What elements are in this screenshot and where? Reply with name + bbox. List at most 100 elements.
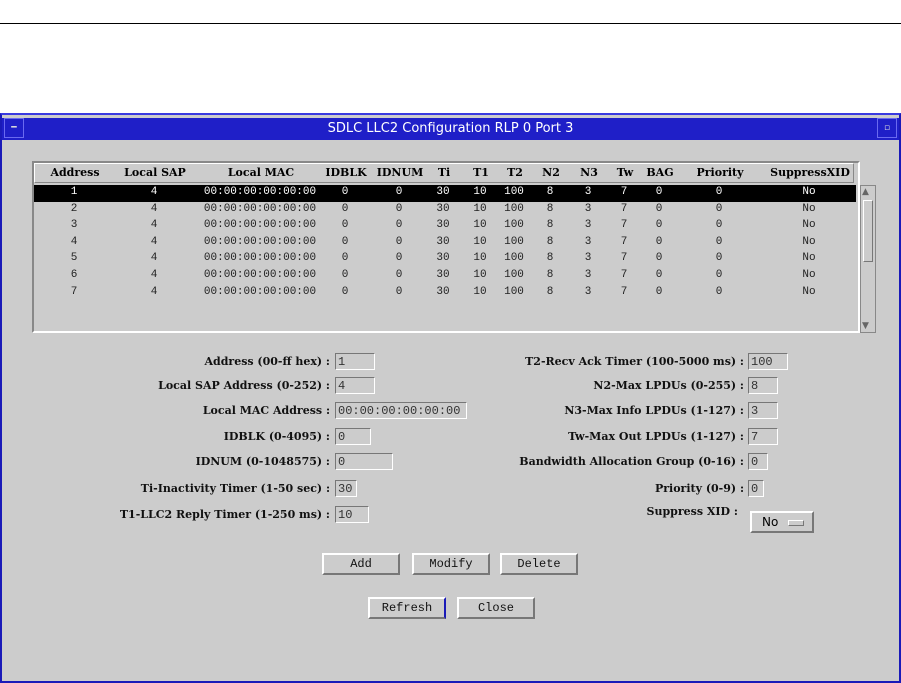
field-input[interactable]: 0 (335, 453, 393, 470)
cell-idnum: 0 (395, 285, 403, 298)
cell-suppress-xid: No (802, 252, 816, 265)
table-row[interactable]: 2 4 00:00:00:00:00:00 0 0 30 10 100 8 3 7 0 0 No (34, 202, 856, 219)
table-row[interactable]: 7 4 00:00:00:00:00:00 0 0 30 10 100 8 3 7 0 0 No (34, 285, 856, 302)
cell-bag: 0 (655, 252, 663, 265)
scroll-down-icon[interactable]: ▼ (862, 321, 869, 331)
column-header-n2[interactable]: N2 (542, 166, 560, 179)
suppress-xid-dropdown[interactable]: No (750, 511, 814, 533)
cell-t1: 10 (473, 252, 487, 265)
cell-bag: 0 (655, 269, 663, 281)
cell-idnum: 0 (395, 235, 403, 248)
add-button[interactable]: Add (322, 553, 400, 575)
column-header-priority[interactable]: Priority (696, 166, 743, 179)
scroll-thumb[interactable] (863, 200, 873, 262)
field-label: Tw-Max Out LPDUs (1-127) : (568, 430, 744, 443)
cell-suppress-xid: No (802, 235, 816, 248)
cell-local-sap: 4 (150, 186, 158, 198)
cell-t2: 100 (504, 252, 524, 265)
field-input[interactable]: 4 (335, 377, 375, 394)
cell-local-sap: 4 (150, 269, 158, 281)
cell-local-sap: 4 (150, 235, 158, 248)
cell-t1: 10 (473, 285, 487, 298)
cell-n3: 3 (584, 186, 592, 198)
cell-local-mac: 00:00:00:00:00:00 (203, 269, 317, 281)
cell-address: 3 (70, 219, 78, 232)
column-header-n3[interactable]: N3 (580, 166, 598, 179)
cell-priority: 0 (715, 202, 723, 215)
suppress-xid-label: Suppress XID : (646, 505, 738, 518)
cell-bag: 0 (655, 235, 663, 248)
field-input[interactable]: 10 (335, 506, 369, 523)
cell-t1: 10 (473, 235, 487, 248)
cell-priority: 0 (715, 235, 723, 248)
cell-address: 2 (70, 202, 78, 215)
column-header-idblk[interactable]: IDBLK (325, 166, 366, 179)
cell-priority: 0 (715, 285, 723, 298)
cell-priority: 0 (715, 186, 723, 198)
column-header-local-sap[interactable]: Local SAP (124, 166, 186, 179)
cell-t2: 100 (504, 186, 524, 198)
cell-suppress-xid: No (802, 219, 816, 232)
field-input[interactable]: 7 (748, 428, 778, 445)
cell-idnum: 0 (395, 186, 403, 198)
dropdown-indicator-icon (788, 520, 804, 526)
field-input[interactable]: 0 (748, 480, 764, 497)
cell-t2: 100 (504, 235, 524, 248)
cell-tw: 7 (620, 269, 628, 281)
cell-tw: 7 (620, 252, 628, 265)
cell-tw: 7 (620, 202, 628, 215)
table-header: Address Local SAP Local MAC IDBLK IDNUM Ti T1 T… (34, 163, 854, 183)
table-row[interactable]: 6 4 00:00:00:00:00:00 0 0 30 10 100 8 3 7 0 0 No (34, 268, 856, 285)
refresh-button[interactable]: Refresh (368, 597, 446, 619)
column-header-idnum[interactable]: IDNUM (377, 166, 424, 179)
field-input[interactable]: 30 (335, 480, 357, 497)
modify-button[interactable]: Modify (412, 553, 490, 575)
title-bar[interactable]: SDLC LLC2 Configuration RLP 0 Port 3 (2, 118, 899, 140)
column-header-ti[interactable]: Ti (438, 166, 450, 179)
table-row[interactable]: 4 4 00:00:00:00:00:00 0 0 30 10 100 8 3 7 0 0 No (34, 235, 856, 252)
cell-bag: 0 (655, 202, 663, 215)
field-input[interactable]: 0 (335, 428, 371, 445)
cell-t2: 100 (504, 219, 524, 232)
cell-address: 1 (70, 186, 78, 198)
cell-ti: 30 (436, 202, 450, 215)
field-input[interactable]: 3 (748, 402, 778, 419)
cell-t1: 10 (473, 202, 487, 215)
table-row[interactable]: 1 4 00:00:00:00:00:00 0 0 30 10 100 8 3 7 0 0 No (34, 185, 856, 202)
table-row[interactable]: 3 4 00:00:00:00:00:00 0 0 30 10 100 8 3 7 0 0 No (34, 218, 856, 235)
column-header-tw[interactable]: Tw (617, 166, 633, 179)
delete-button[interactable]: Delete (500, 553, 578, 575)
cell-t1: 10 (473, 186, 487, 198)
cell-suppress-xid: No (802, 186, 816, 198)
cell-t1: 10 (473, 269, 487, 281)
field-input[interactable]: 0 (748, 453, 768, 470)
cell-local-sap: 4 (150, 252, 158, 265)
cell-bag: 0 (655, 285, 663, 298)
column-header-t1[interactable]: T1 (473, 166, 489, 179)
scroll-up-icon[interactable]: ▲ (862, 187, 869, 197)
field-label: Bandwidth Allocation Group (0-16) : (519, 455, 744, 468)
cell-address: 5 (70, 252, 78, 265)
field-label: Priority (0-9) : (654, 482, 744, 495)
field-input[interactable]: 8 (748, 377, 778, 394)
window-menu-icon[interactable]: ━ (4, 118, 24, 138)
cell-n2: 8 (546, 285, 554, 298)
field-input[interactable]: 100 (748, 353, 788, 370)
cell-suppress-xid: No (802, 269, 816, 281)
column-header-suppress-xid[interactable]: SuppressXID (770, 166, 850, 179)
maximize-icon[interactable]: ▫ (877, 118, 897, 138)
field-label: N2-Max LPDUs (0-255) : (593, 379, 744, 392)
table-row[interactable]: 5 4 00:00:00:00:00:00 0 0 30 10 100 8 3 7 0 0 No (34, 251, 856, 268)
close-button[interactable]: Close (457, 597, 535, 619)
cell-address: 7 (70, 285, 78, 298)
cell-n2: 8 (546, 235, 554, 248)
scrollbar[interactable]: ▲ ▼ (860, 185, 876, 333)
field-input[interactable]: 00:00:00:00:00:00 (335, 402, 467, 419)
cell-idnum: 0 (395, 219, 403, 232)
column-header-bag[interactable]: BAG (646, 166, 673, 179)
cell-t1: 10 (473, 219, 487, 232)
column-header-t2[interactable]: T2 (507, 166, 523, 179)
column-header-local-mac[interactable]: Local MAC (228, 166, 294, 179)
column-header-address[interactable]: Address (50, 166, 99, 179)
field-input[interactable]: 1 (335, 353, 375, 370)
